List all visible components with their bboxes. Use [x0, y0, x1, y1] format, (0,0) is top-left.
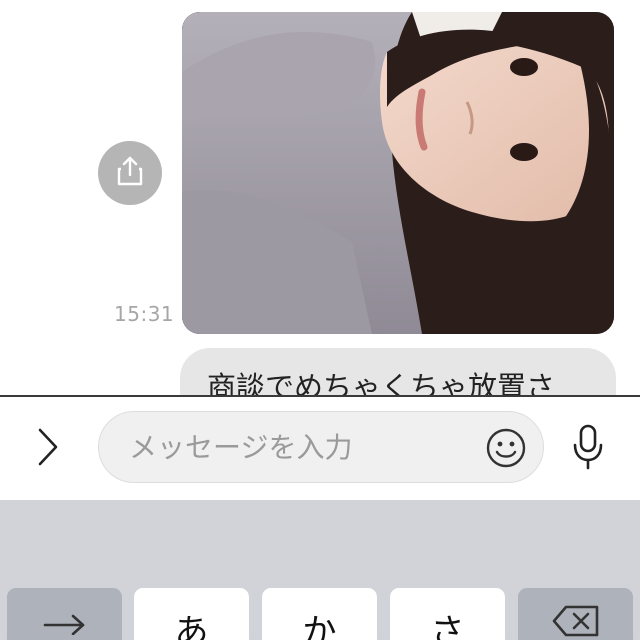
message-field[interactable] [98, 411, 544, 483]
photo-message[interactable] [182, 12, 614, 334]
arrow-right-icon [43, 604, 87, 640]
message-timestamp: 15:31 [114, 302, 175, 326]
emoji-button[interactable] [485, 427, 527, 469]
delete-key[interactable] [518, 588, 633, 640]
key-label: か [302, 612, 337, 640]
keyboard: あ か さ [0, 500, 640, 640]
message-bubble[interactable]: 商談でめちゃくちゃ放置さ [180, 348, 616, 395]
share-icon [115, 155, 145, 191]
share-button[interactable] [98, 141, 162, 205]
key-label: さ [430, 612, 465, 640]
smiley-icon [485, 428, 527, 473]
input-bar [0, 397, 640, 500]
key-sa[interactable]: さ [390, 588, 505, 640]
chat-area: 15:31 商談でめちゃくちゃ放置さ [0, 0, 640, 395]
photo-image [182, 12, 614, 334]
message-input[interactable] [129, 412, 469, 482]
key-a[interactable]: あ [134, 588, 249, 640]
next-key[interactable] [7, 588, 122, 640]
key-ka[interactable]: か [262, 588, 377, 640]
key-label: あ [174, 612, 209, 640]
chevron-right-icon [36, 427, 60, 471]
expand-button[interactable] [26, 427, 70, 471]
backspace-icon [552, 604, 600, 640]
mic-button[interactable] [566, 423, 610, 475]
message-text: 商談でめちゃくちゃ放置さ [207, 370, 556, 395]
microphone-icon [570, 423, 606, 475]
